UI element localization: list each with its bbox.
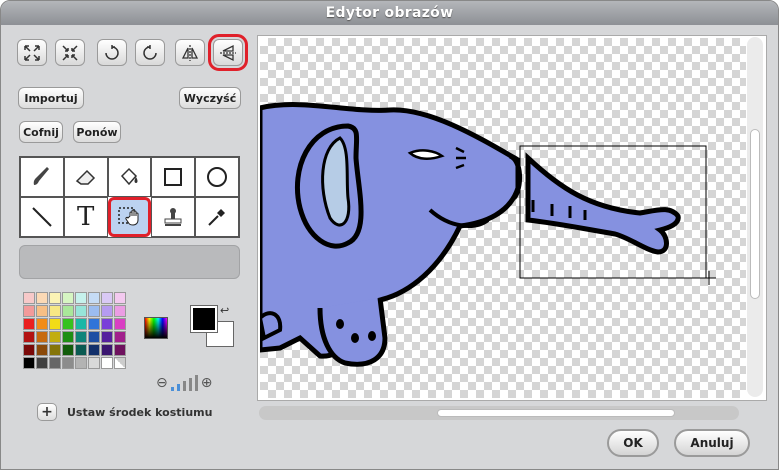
zoom-level-bar[interactable] [176,384,180,391]
palette-swatch[interactable] [62,344,74,356]
horizontal-scrollbar[interactable] [259,406,739,420]
tool-options-bar [19,245,240,279]
palette-swatch[interactable] [114,305,126,317]
set-center-label: Ustaw środek kostiumu [67,405,213,419]
palette-swatch[interactable] [36,318,48,330]
palette-swatch[interactable] [88,292,100,304]
zoom-out-icon[interactable]: ⊖ [156,375,168,391]
redo-button[interactable]: Ponów [73,121,121,143]
image-editor-window: Edytor obrazów Importuj Wyczyść Cofnij P… [0,0,779,470]
palette-swatch[interactable] [114,318,126,330]
palette-swatch[interactable] [101,344,113,356]
drawing-canvas[interactable] [260,38,746,398]
palette-swatch[interactable] [23,331,35,343]
palette-swatch[interactable] [114,357,126,369]
select-icon[interactable] [107,197,152,237]
palette-swatch[interactable] [75,292,87,304]
palette-swatch[interactable] [75,318,87,330]
palette-swatch[interactable] [88,305,100,317]
palette-swatch[interactable] [23,318,35,330]
set-center-button[interactable]: + [37,403,57,421]
palette-swatch[interactable] [62,305,74,317]
horizontal-scroll-thumb[interactable] [437,409,675,417]
palette-swatch[interactable] [88,344,100,356]
line-icon[interactable] [20,197,64,237]
vertical-scroll-thumb[interactable] [750,129,760,299]
palette-swatch[interactable] [88,318,100,330]
palette-swatch[interactable] [75,357,87,369]
palette-swatch[interactable] [75,305,87,317]
shrink-icon[interactable] [55,39,85,66]
palette-swatch[interactable] [114,344,126,356]
palette-swatch[interactable] [23,357,35,369]
zoom-level-bar[interactable] [170,387,174,391]
drawing-canvas-frame [257,35,767,401]
zoom-level-bar[interactable] [182,381,186,391]
zoom-in-icon[interactable]: ⊕ [201,375,213,391]
undo-button[interactable]: Cofnij [19,121,63,143]
palette-swatch[interactable] [114,331,126,343]
palette-swatch[interactable] [101,331,113,343]
color-palette [23,292,126,369]
swap-colors-icon[interactable]: ↩ [220,304,229,317]
zoom-level-bar[interactable] [194,375,198,391]
flip-horizontal-icon[interactable] [175,39,205,66]
palette-swatch[interactable] [49,344,61,356]
clear-button[interactable]: Wyczyść [179,87,241,109]
palette-swatch[interactable] [88,357,100,369]
elephant-drawing [260,102,716,367]
text-tool-glyph: T [77,202,95,232]
paintbrush-icon[interactable] [20,157,64,197]
palette-swatch[interactable] [49,318,61,330]
palette-swatch[interactable] [49,305,61,317]
palette-swatch[interactable] [36,331,48,343]
stamp-icon[interactable] [151,197,196,237]
ellipse-icon[interactable] [195,157,239,197]
zoom-control: ⊖ ⊕ [156,373,212,391]
palette-swatch[interactable] [49,292,61,304]
eyedropper-icon[interactable] [195,197,239,237]
palette-swatch[interactable] [36,357,48,369]
palette-swatch[interactable] [49,331,61,343]
window-title: Edytor obrazów [1,1,778,25]
rotate-right-icon[interactable] [135,39,165,66]
palette-swatch[interactable] [62,331,74,343]
ok-button[interactable]: OK [607,429,659,457]
text-tool-icon[interactable]: T [63,197,108,237]
flip-vertical-icon[interactable] [208,34,248,71]
palette-swatch[interactable] [23,292,35,304]
foreground-color[interactable] [190,305,218,333]
palette-swatch[interactable] [62,318,74,330]
palette-swatch[interactable] [62,357,74,369]
cancel-button[interactable]: Anuluj [674,429,750,457]
expand-icon[interactable] [17,39,47,66]
palette-swatch[interactable] [101,357,113,369]
palette-swatch[interactable] [62,292,74,304]
palette-swatch[interactable] [101,318,113,330]
rectangle-icon[interactable] [151,157,196,197]
vertical-scrollbar[interactable] [747,37,763,397]
set-costume-center: + Ustaw środek kostiumu [37,403,212,421]
palette-swatch[interactable] [23,344,35,356]
palette-swatch[interactable] [36,292,48,304]
rotate-left-icon[interactable] [97,39,127,66]
zoom-level-bar[interactable] [188,378,192,391]
palette-swatch[interactable] [101,305,113,317]
palette-swatch[interactable] [23,305,35,317]
fill-icon[interactable] [107,157,152,197]
eraser-icon[interactable] [63,157,108,197]
import-button[interactable]: Importuj [18,87,84,109]
palette-swatch[interactable] [101,292,113,304]
palette-swatch[interactable] [36,305,48,317]
palette-swatch[interactable] [75,331,87,343]
tool-palette: T [19,156,240,238]
color-picker-gradient[interactable] [144,317,168,339]
palette-swatch[interactable] [88,331,100,343]
palette-swatch[interactable] [75,344,87,356]
palette-swatch[interactable] [114,292,126,304]
palette-swatch[interactable] [36,344,48,356]
palette-swatch[interactable] [49,357,61,369]
